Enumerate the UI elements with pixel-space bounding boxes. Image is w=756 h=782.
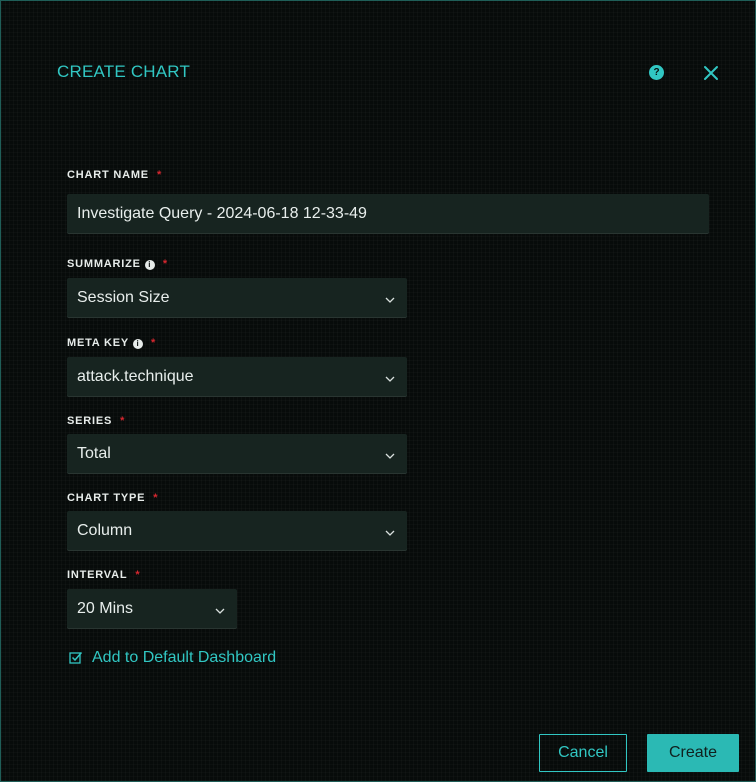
chevron-down-icon (385, 530, 395, 536)
interval-select[interactable]: 20 Mins (67, 589, 237, 629)
chevron-down-icon (215, 608, 225, 614)
summarize-label-text: SUMMARIZE (67, 258, 141, 270)
series-value: Total (77, 445, 111, 462)
interval-label: INTERVAL * (67, 569, 140, 581)
checkbox-checked-icon (69, 652, 83, 664)
chart-type-label-text: CHART TYPE (67, 492, 146, 504)
close-icon[interactable] (701, 63, 721, 83)
required-marker: * (120, 415, 126, 427)
required-marker: * (156, 169, 163, 181)
required-marker: * (151, 337, 157, 349)
add-to-default-dashboard-checkbox[interactable]: Add to Default Dashboard (69, 649, 276, 667)
chart-name-value: Investigate Query - 2024-06-18 12-33-49 (77, 205, 367, 222)
chevron-down-icon (385, 453, 395, 459)
dialog-title: CREATE CHART (57, 62, 191, 81)
meta-key-label: META KEY i * (67, 337, 156, 349)
meta-key-value: attack.technique (77, 368, 194, 385)
summarize-label: SUMMARIZE i * (67, 258, 168, 270)
add-to-default-dashboard-label: Add to Default Dashboard (92, 649, 277, 666)
summarize-select[interactable]: Session Size (67, 278, 407, 318)
help-icon[interactable]: ? (649, 65, 664, 80)
chart-name-label: CHART NAME * (67, 169, 162, 181)
meta-key-select[interactable]: attack.technique (67, 357, 407, 397)
series-label: SERIES * (67, 415, 125, 427)
chart-type-select[interactable]: Column (67, 511, 407, 551)
chart-type-label: CHART TYPE * (67, 492, 158, 504)
cancel-button[interactable]: Cancel (539, 734, 627, 772)
create-button[interactable]: Create (647, 734, 739, 772)
interval-value: 20 Mins (77, 600, 134, 617)
required-marker: * (135, 569, 141, 581)
chevron-down-icon (385, 297, 395, 303)
summarize-value: Session Size (77, 289, 170, 306)
chart-name-label-text: CHART NAME (67, 169, 149, 181)
required-marker: * (162, 258, 168, 270)
create-chart-dialog: CREATE CHART ? CHART NAME * Investigate Q… (0, 0, 756, 782)
meta-key-label-text: META KEY (67, 337, 130, 349)
series-select[interactable]: Total (67, 434, 407, 474)
series-label-text: SERIES (67, 415, 113, 427)
chart-type-value: Column (77, 522, 133, 539)
info-icon: i (144, 260, 155, 270)
required-marker: * (153, 492, 159, 504)
chart-name-input[interactable]: Investigate Query - 2024-06-18 12-33-49 (67, 194, 709, 234)
info-icon: i (133, 339, 144, 349)
interval-label-text: INTERVAL (67, 569, 128, 581)
chevron-down-icon (385, 376, 395, 382)
